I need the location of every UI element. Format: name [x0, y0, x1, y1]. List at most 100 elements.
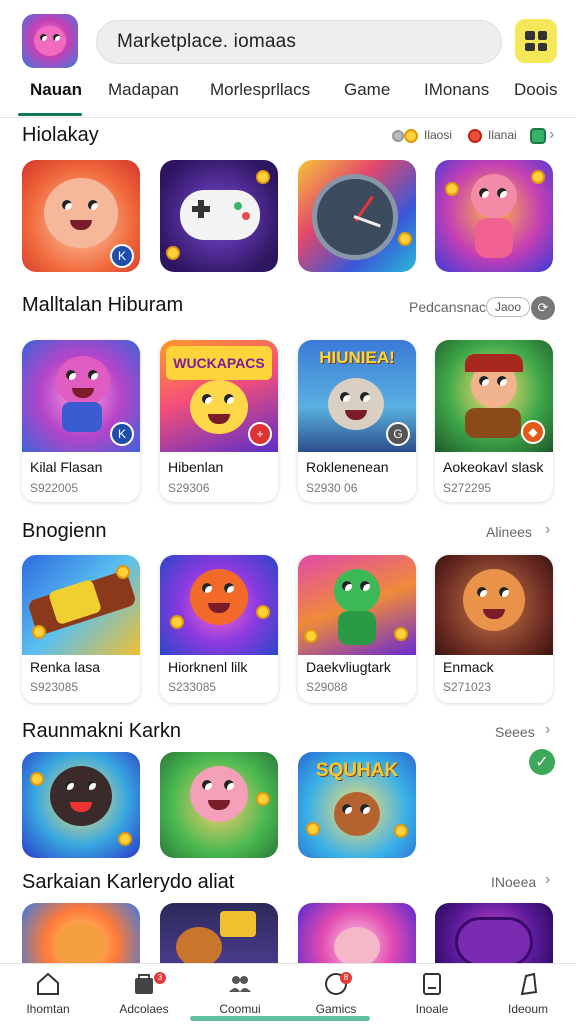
card-title: Kilal Flasan — [30, 459, 103, 475]
game-card[interactable]: Enmack S271023 — [435, 555, 553, 703]
game-tile[interactable] — [22, 752, 140, 858]
card-title: Aokeokavl slask — [443, 459, 544, 475]
character-art — [471, 174, 517, 218]
bottom-navigation: Ihomtan 3 Adcolaes Coomui 8 Gamics Inoal… — [0, 963, 576, 1024]
card-art — [22, 555, 140, 655]
game-tile[interactable] — [435, 903, 553, 963]
section-title-bnogienn: Bnogienn — [22, 520, 107, 542]
home-indicator — [190, 1016, 370, 1021]
card-art: WUCKAPACS + — [160, 340, 278, 452]
active-tab-indicator — [18, 113, 82, 116]
tab-morlesprllacs[interactable]: Morlesprllacs — [210, 80, 310, 100]
creature-art — [44, 178, 118, 248]
card-price: S29306 — [168, 481, 210, 495]
section-title-sarkaian-karlerydo-aliat: Sarkaian Karlerydo aliat — [22, 871, 235, 893]
nav-label: Adcolaes — [119, 1002, 169, 1016]
nav-profile[interactable]: Ideoum — [480, 970, 576, 1016]
section-link-inoeea[interactable]: INoeea — [491, 874, 536, 890]
nav-label: Ihomtan — [26, 1002, 70, 1016]
game-tile[interactable] — [160, 752, 278, 858]
section-title-malltalan-hiburam: Malltalan Hiburam — [22, 294, 184, 316]
banner-text: SQUHAK — [315, 760, 399, 781]
game-tile[interactable] — [435, 160, 553, 272]
tab-imonans[interactable]: IMonans — [424, 80, 489, 100]
nav-box[interactable]: Inoale — [384, 970, 480, 1016]
nav-label: Ideoum — [507, 1002, 549, 1016]
banner-text: HIUNIEA! — [319, 348, 395, 367]
chevron-right-icon[interactable]: › — [545, 871, 550, 889]
app-badge-icon: K — [110, 422, 134, 446]
card-price: S922005 — [30, 481, 79, 495]
clock-icon — [312, 174, 398, 260]
search-input[interactable]: Marketplace. iomaas — [117, 31, 296, 53]
nav-label: Inoale — [415, 1002, 449, 1016]
check-icon[interactable]: ✓ — [529, 749, 555, 775]
nav-bag[interactable]: 3 Adcolaes — [96, 970, 192, 1016]
game-card[interactable]: K Kilal Flasan S922005 — [22, 340, 140, 502]
chevron-right-icon[interactable]: › — [549, 126, 554, 144]
tab-game[interactable]: Game — [344, 80, 390, 100]
card-price: S271023 — [443, 680, 492, 694]
card-price: S923085 — [30, 680, 79, 694]
tab-madapan[interactable]: Madapan — [108, 80, 179, 100]
section-link-pedcansnac[interactable]: Pedcansnac — [409, 299, 486, 315]
card-price: S233085 — [168, 680, 217, 694]
game-card[interactable]: Hiorknenl lilk S233085 — [160, 555, 278, 703]
home-icon — [37, 972, 59, 995]
game-tile[interactable] — [160, 903, 278, 963]
section-link-seees[interactable]: Seees — [495, 724, 535, 740]
search-bar[interactable]: Marketplace. iomaas — [96, 20, 502, 64]
grid-icon — [525, 31, 547, 51]
filter-pill[interactable]: Jaoo — [486, 297, 531, 317]
category-tabs: Nauan Madapan Morlesprllacs Game IMonans… — [0, 72, 576, 118]
app-badge-icon: + — [248, 422, 272, 446]
game-card[interactable]: ◆ Aokeokavl slask S272295 — [435, 340, 553, 502]
chevron-right-icon[interactable]: › — [545, 721, 550, 739]
gamepad-icon — [180, 190, 260, 240]
nav-people[interactable]: Coomui — [192, 970, 288, 1016]
app-logo[interactable] — [22, 14, 78, 68]
chip-ilaosi[interactable]: Ilaosi — [424, 128, 452, 142]
app-badge-icon: G — [386, 422, 410, 446]
section-link-alinees[interactable]: Alinees — [486, 524, 532, 540]
notification-badge: 3 — [154, 972, 166, 984]
card-title: Renka lasa — [30, 659, 101, 675]
coin-icon — [404, 129, 418, 143]
game-tile[interactable] — [298, 160, 416, 272]
game-card[interactable]: HIUNIEA! G Roklenenean S2930 06 — [298, 340, 416, 502]
chevron-right-icon[interactable]: › — [545, 521, 550, 539]
nav-chat[interactable]: 8 Gamics — [288, 970, 384, 1016]
card-price: S2930 06 — [306, 481, 358, 495]
red-coin-icon — [468, 129, 482, 143]
game-tile[interactable] — [298, 903, 416, 963]
game-tile[interactable]: SQUHAK — [298, 752, 416, 858]
game-card[interactable]: WUCKAPACS + Hibenlan S29306 — [160, 340, 278, 502]
card-art: ◆ — [435, 340, 553, 452]
tab-doois[interactable]: Doois — [514, 80, 557, 100]
share-icon[interactable]: ⟳ — [531, 296, 555, 320]
nav-label: Coomui — [219, 1002, 261, 1016]
game-card[interactable]: Daekvliugtark S29088 — [298, 555, 416, 703]
game-tile[interactable] — [160, 160, 278, 272]
card-price: S272295 — [443, 481, 492, 495]
card-title: Roklenenean — [306, 459, 389, 475]
nav-home[interactable]: Ihomtan — [0, 970, 96, 1016]
grid-menu-button[interactable] — [515, 19, 557, 63]
game-card[interactable]: Renka lasa S923085 — [22, 555, 140, 703]
section-title-hiolakay: Hiolakay — [22, 124, 99, 146]
chip-ilanai[interactable]: Ilanai — [488, 128, 517, 142]
game-tile[interactable]: K — [22, 160, 140, 272]
card-art: K — [22, 340, 140, 452]
people-icon — [229, 976, 251, 992]
card-art: HIUNIEA! G — [298, 340, 416, 452]
card-title: Enmack — [443, 659, 494, 675]
card-title: Hibenlan — [168, 459, 224, 475]
top-bar: Marketplace. iomaas — [0, 0, 576, 70]
game-tile[interactable] — [22, 903, 140, 963]
profile-icon — [520, 972, 538, 996]
nav-label: Gamics — [315, 1002, 357, 1016]
tab-nauan[interactable]: Nauan — [30, 80, 82, 100]
card-title: Daekvliugtark — [306, 659, 391, 675]
box-icon — [423, 973, 441, 995]
section-title-raunmakni-karkn: Raunmakni Karkn — [22, 720, 181, 742]
